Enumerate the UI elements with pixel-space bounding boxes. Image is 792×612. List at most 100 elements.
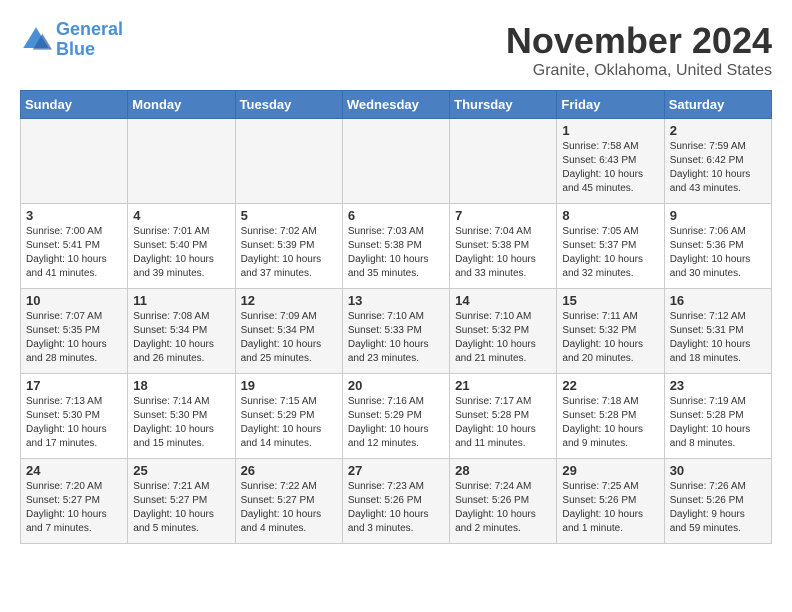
day-info: Sunrise: 7:12 AM Sunset: 5:31 PM Dayligh… — [670, 310, 766, 366]
day-number: 5 — [241, 208, 337, 223]
day-info: Sunrise: 7:03 AM Sunset: 5:38 PM Dayligh… — [348, 225, 444, 281]
weekday-header: Thursday — [450, 91, 557, 119]
day-info: Sunrise: 7:23 AM Sunset: 5:26 PM Dayligh… — [348, 480, 444, 536]
day-info: Sunrise: 7:24 AM Sunset: 5:26 PM Dayligh… — [455, 480, 551, 536]
calendar-cell: 13 Sunrise: 7:10 AM Sunset: 5:33 PM Dayli… — [342, 289, 449, 374]
day-info: Sunrise: 7:22 AM Sunset: 5:27 PM Dayligh… — [241, 480, 337, 536]
day-info: Sunrise: 7:13 AM Sunset: 5:30 PM Dayligh… — [26, 395, 122, 451]
day-info: Sunrise: 7:17 AM Sunset: 5:28 PM Dayligh… — [455, 395, 551, 451]
weekday-header: Monday — [128, 91, 235, 119]
weekday-header: Friday — [557, 91, 664, 119]
day-number: 11 — [133, 293, 229, 308]
calendar-cell: 17 Sunrise: 7:13 AM Sunset: 5:30 PM Dayli… — [21, 374, 128, 459]
calendar-cell: 18 Sunrise: 7:14 AM Sunset: 5:30 PM Dayli… — [128, 374, 235, 459]
calendar-cell: 23 Sunrise: 7:19 AM Sunset: 5:28 PM Dayli… — [664, 374, 771, 459]
day-info: Sunrise: 7:59 AM Sunset: 6:42 PM Dayligh… — [670, 140, 766, 196]
day-number: 23 — [670, 378, 766, 393]
page-header: General Blue November 2024 Granite, Okla… — [20, 20, 772, 80]
day-info: Sunrise: 7:01 AM Sunset: 5:40 PM Dayligh… — [133, 225, 229, 281]
day-number: 21 — [455, 378, 551, 393]
calendar-cell — [128, 119, 235, 204]
calendar-cell: 8 Sunrise: 7:05 AM Sunset: 5:37 PM Daylig… — [557, 204, 664, 289]
calendar-cell: 19Sunrise: 7:15 AM Sunset: 5:29 PM Dayli… — [235, 374, 342, 459]
calendar-week-row: 3Sunrise: 7:00 AM Sunset: 5:41 PM Daylig… — [21, 204, 772, 289]
calendar-cell: 22Sunrise: 7:18 AM Sunset: 5:28 PM Dayli… — [557, 374, 664, 459]
day-info: Sunrise: 7:04 AM Sunset: 5:38 PM Dayligh… — [455, 225, 551, 281]
day-number: 9 — [670, 208, 766, 223]
calendar-cell: 27Sunrise: 7:23 AM Sunset: 5:26 PM Dayli… — [342, 459, 449, 544]
day-info: Sunrise: 7:25 AM Sunset: 5:26 PM Dayligh… — [562, 480, 658, 536]
weekday-header-row: SundayMondayTuesdayWednesdayThursdayFrid… — [21, 91, 772, 119]
day-number: 26 — [241, 463, 337, 478]
calendar-cell — [235, 119, 342, 204]
day-number: 25 — [133, 463, 229, 478]
logo-line1: General — [56, 19, 123, 39]
day-number: 18 — [133, 378, 229, 393]
calendar-cell: 2 Sunrise: 7:59 AM Sunset: 6:42 PM Daylig… — [664, 119, 771, 204]
month-title: November 2024 — [506, 20, 772, 62]
calendar-cell: 4 Sunrise: 7:01 AM Sunset: 5:40 PM Daylig… — [128, 204, 235, 289]
calendar-cell: 15Sunrise: 7:11 AM Sunset: 5:32 PM Dayli… — [557, 289, 664, 374]
calendar-cell: 12 Sunrise: 7:09 AM Sunset: 5:34 PM Dayli… — [235, 289, 342, 374]
calendar-cell: 6 Sunrise: 7:03 AM Sunset: 5:38 PM Daylig… — [342, 204, 449, 289]
day-number: 14 — [455, 293, 551, 308]
day-info: Sunrise: 7:58 AM Sunset: 6:43 PM Dayligh… — [562, 140, 658, 196]
day-number: 4 — [133, 208, 229, 223]
calendar-week-row: 17 Sunrise: 7:13 AM Sunset: 5:30 PM Dayli… — [21, 374, 772, 459]
day-info: Sunrise: 7:08 AM Sunset: 5:34 PM Dayligh… — [133, 310, 229, 366]
day-number: 8 — [562, 208, 658, 223]
calendar-cell: 30 Sunrise: 7:26 AM Sunset: 5:26 PM Dayli… — [664, 459, 771, 544]
day-number: 7 — [455, 208, 551, 223]
day-number: 20 — [348, 378, 444, 393]
day-number: 2 — [670, 123, 766, 138]
calendar-cell: 9 Sunrise: 7:06 AM Sunset: 5:36 PM Daylig… — [664, 204, 771, 289]
title-block: November 2024 Granite, Oklahoma, United … — [506, 20, 772, 80]
calendar-cell: 29 Sunrise: 7:25 AM Sunset: 5:26 PM Dayli… — [557, 459, 664, 544]
day-number: 16 — [670, 293, 766, 308]
day-number: 29 — [562, 463, 658, 478]
day-info: Sunrise: 7:06 AM Sunset: 5:36 PM Dayligh… — [670, 225, 766, 281]
day-info: Sunrise: 7:05 AM Sunset: 5:37 PM Dayligh… — [562, 225, 658, 281]
day-number: 12 — [241, 293, 337, 308]
logo-text: General Blue — [56, 20, 123, 60]
calendar-cell: 21 Sunrise: 7:17 AM Sunset: 5:28 PM Dayli… — [450, 374, 557, 459]
calendar-cell: 11 Sunrise: 7:08 AM Sunset: 5:34 PM Dayli… — [128, 289, 235, 374]
day-number: 22 — [562, 378, 658, 393]
day-number: 6 — [348, 208, 444, 223]
day-info: Sunrise: 7:02 AM Sunset: 5:39 PM Dayligh… — [241, 225, 337, 281]
day-number: 3 — [26, 208, 122, 223]
day-info: Sunrise: 7:07 AM Sunset: 5:35 PM Dayligh… — [26, 310, 122, 366]
calendar-cell: 16 Sunrise: 7:12 AM Sunset: 5:31 PM Dayli… — [664, 289, 771, 374]
day-info: Sunrise: 7:21 AM Sunset: 5:27 PM Dayligh… — [133, 480, 229, 536]
calendar-cell: 14 Sunrise: 7:10 AM Sunset: 5:32 PM Dayli… — [450, 289, 557, 374]
day-info: Sunrise: 7:20 AM Sunset: 5:27 PM Dayligh… — [26, 480, 122, 536]
day-info: Sunrise: 7:09 AM Sunset: 5:34 PM Dayligh… — [241, 310, 337, 366]
location: Granite, Oklahoma, United States — [506, 62, 772, 80]
day-number: 17 — [26, 378, 122, 393]
day-info: Sunrise: 7:16 AM Sunset: 5:29 PM Dayligh… — [348, 395, 444, 451]
calendar-week-row: 24 Sunrise: 7:20 AM Sunset: 5:27 PM Dayli… — [21, 459, 772, 544]
calendar-cell: 10Sunrise: 7:07 AM Sunset: 5:35 PM Dayli… — [21, 289, 128, 374]
calendar-week-row: 1Sunrise: 7:58 AM Sunset: 6:43 PM Daylig… — [21, 119, 772, 204]
day-info: Sunrise: 7:19 AM Sunset: 5:28 PM Dayligh… — [670, 395, 766, 451]
calendar-cell — [342, 119, 449, 204]
calendar-cell: 28Sunrise: 7:24 AM Sunset: 5:26 PM Dayli… — [450, 459, 557, 544]
calendar-cell: 26 Sunrise: 7:22 AM Sunset: 5:27 PM Dayli… — [235, 459, 342, 544]
calendar-cell: 24 Sunrise: 7:20 AM Sunset: 5:27 PM Dayli… — [21, 459, 128, 544]
day-number: 30 — [670, 463, 766, 478]
calendar-table: SundayMondayTuesdayWednesdayThursdayFrid… — [20, 90, 772, 544]
day-info: Sunrise: 7:14 AM Sunset: 5:30 PM Dayligh… — [133, 395, 229, 451]
day-number: 13 — [348, 293, 444, 308]
calendar-cell: 1Sunrise: 7:58 AM Sunset: 6:43 PM Daylig… — [557, 119, 664, 204]
day-info: Sunrise: 7:10 AM Sunset: 5:32 PM Dayligh… — [455, 310, 551, 366]
weekday-header: Wednesday — [342, 91, 449, 119]
calendar-cell: 25 Sunrise: 7:21 AM Sunset: 5:27 PM Dayli… — [128, 459, 235, 544]
calendar-cell: 3Sunrise: 7:00 AM Sunset: 5:41 PM Daylig… — [21, 204, 128, 289]
logo: General Blue — [20, 20, 123, 60]
logo-icon — [20, 24, 52, 56]
day-number: 24 — [26, 463, 122, 478]
day-info: Sunrise: 7:15 AM Sunset: 5:29 PM Dayligh… — [241, 395, 337, 451]
day-info: Sunrise: 7:10 AM Sunset: 5:33 PM Dayligh… — [348, 310, 444, 366]
calendar-cell — [21, 119, 128, 204]
day-info: Sunrise: 7:26 AM Sunset: 5:26 PM Dayligh… — [670, 480, 766, 536]
